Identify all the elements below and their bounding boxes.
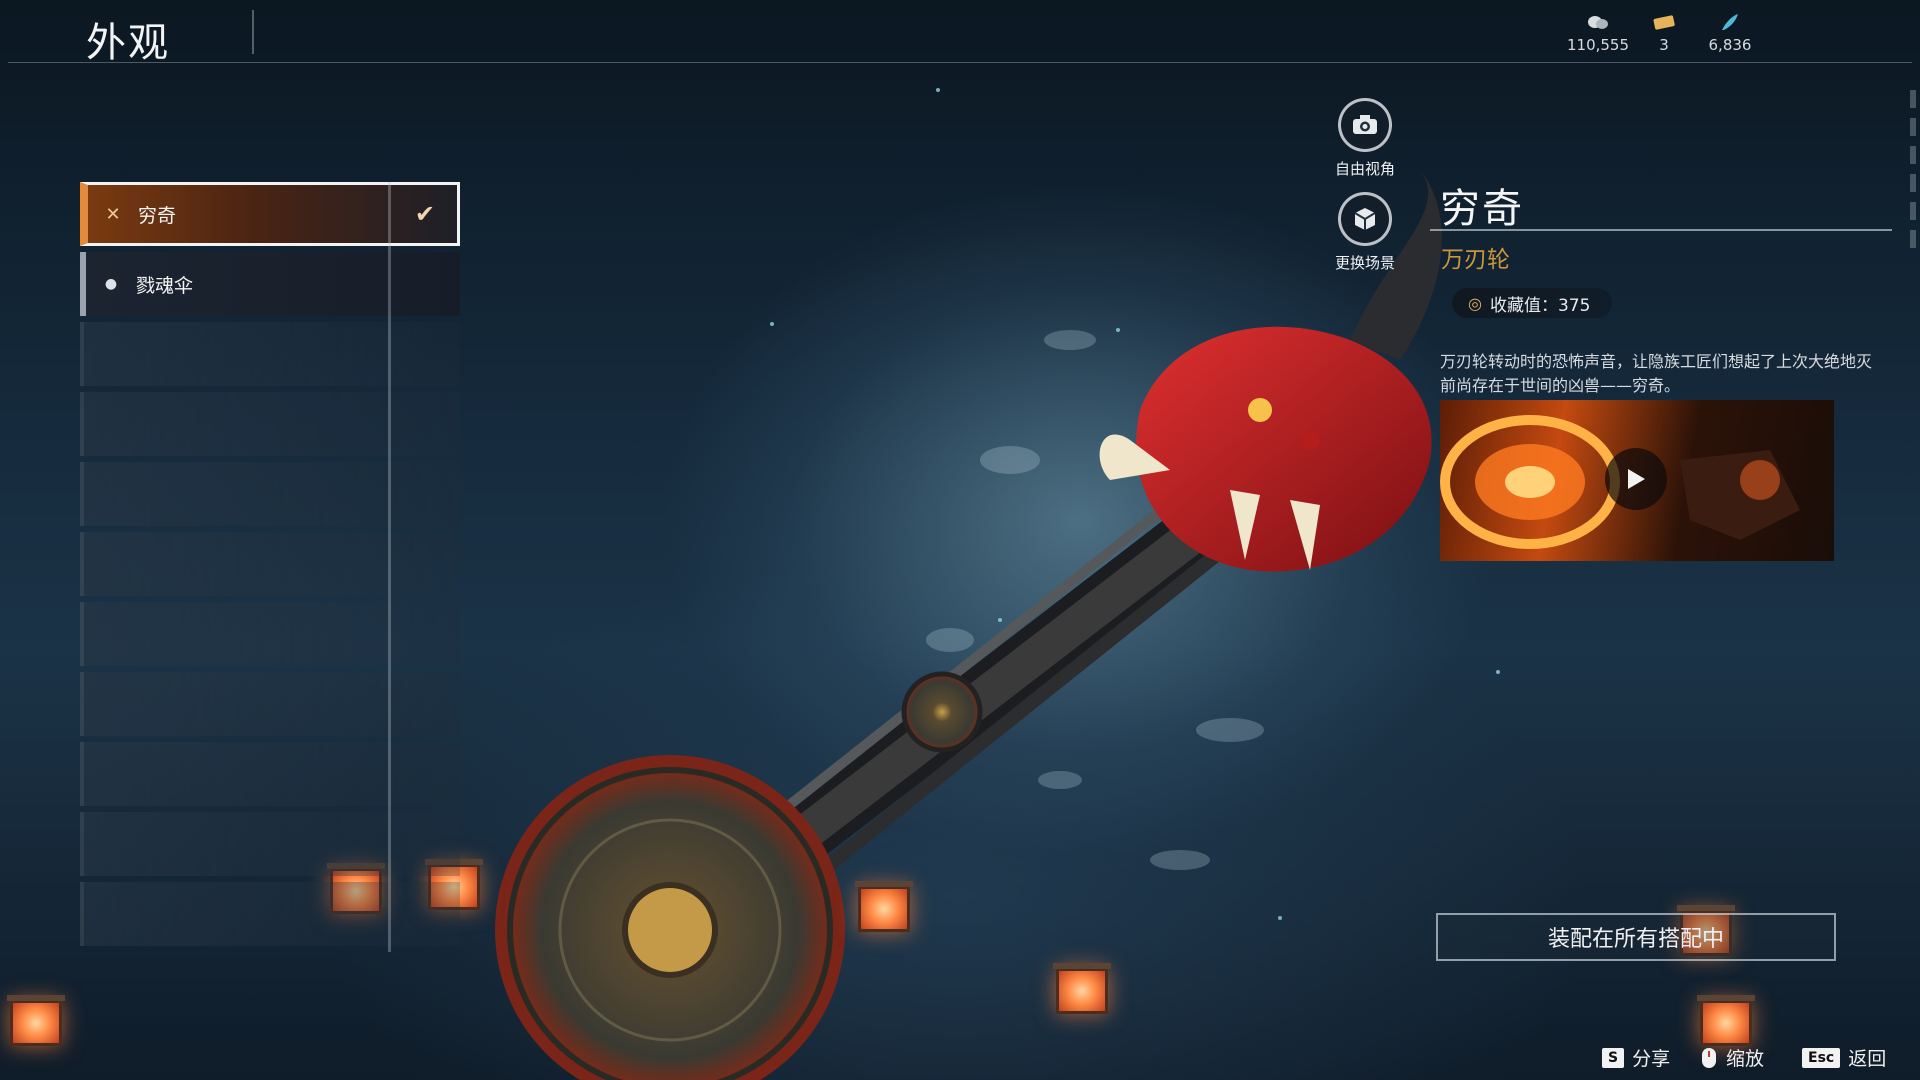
empty-slot [80,602,460,666]
skin-item-luhunsan[interactable]: ● 戮魂伞 [80,252,460,316]
collection-icon: ◎ [1468,293,1482,313]
skin-description: 万刃轮转动时的恐怖声音，让隐族工匠们想起了上次大绝地灭前尚存在于世间的凶兽——穷… [1440,352,1873,395]
key-esc: Esc [1802,1047,1841,1068]
change-scene-label: 更换场景 [1334,254,1395,272]
ticket-icon [1653,15,1675,30]
lantern [855,881,913,932]
collection-value-badge: ◎ 收藏值：375 [1452,288,1613,318]
top-bar: 外观 110,555 3 6,836 [0,0,1920,66]
check-icon: ✔ [414,200,435,228]
free-view-button[interactable]: 自由视角 [1310,98,1420,179]
detail-divider [1430,229,1892,231]
lantern [1697,995,1755,1046]
preview-video[interactable] [1440,400,1834,561]
camera-icon [1353,115,1377,134]
feather-icon [1722,14,1738,30]
back-hint[interactable]: Esc 返回 [1802,1044,1886,1071]
cube-icon [1354,208,1376,230]
lantern [7,995,65,1046]
empty-slot [80,462,460,526]
collection-value: 收藏值：375 [1489,295,1591,316]
blade-cross-icon: ✕ [105,203,121,225]
skin-name: 穷奇 [1440,186,1524,232]
key-s: S [1602,1047,1625,1068]
share-label: 分享 [1632,1048,1671,1070]
empty-slot [80,392,460,456]
weapon-type: 万刃轮 [1441,247,1510,273]
play-icon [1628,469,1645,489]
header-divider [252,10,254,54]
currency-feathers: 6,836 [1690,12,1770,54]
drop-icon: ● [104,276,118,292]
empty-slot [80,882,460,946]
page-scroll-indicator [1910,90,1918,280]
skin-item-label: 穷奇 [138,204,177,227]
zoom-hint[interactable]: 缩放 [1700,1044,1764,1071]
empty-slot [80,672,460,736]
empty-slot [80,812,460,876]
empty-slot [80,742,460,806]
header-separator [8,62,1912,63]
share-hint[interactable]: S 分享 [1602,1044,1670,1071]
mouse-icon [1702,1047,1716,1068]
feathers-value: 6,836 [1708,36,1752,54]
skin-item-label: 戮魂伞 [136,274,194,297]
skin-list: ✕ 穷奇 ✔ ● 戮魂伞 [80,182,460,952]
change-scene-button[interactable]: 更换场景 [1310,192,1420,273]
coin-stack-icon [1588,16,1608,29]
back-label: 返回 [1848,1048,1887,1070]
equip-all-button[interactable]: 装配在所有搭配中 [1436,913,1836,961]
lantern [1053,963,1111,1014]
page-title: 外观 [86,20,170,66]
empty-slot [80,532,460,596]
free-view-label: 自由视角 [1334,160,1395,178]
skin-list-scrollbar[interactable] [388,182,391,952]
zoom-label: 缩放 [1726,1048,1765,1070]
play-button[interactable] [1605,448,1667,510]
empty-slot [80,322,460,386]
skin-item-qiongqi[interactable]: ✕ 穷奇 ✔ [80,182,460,246]
